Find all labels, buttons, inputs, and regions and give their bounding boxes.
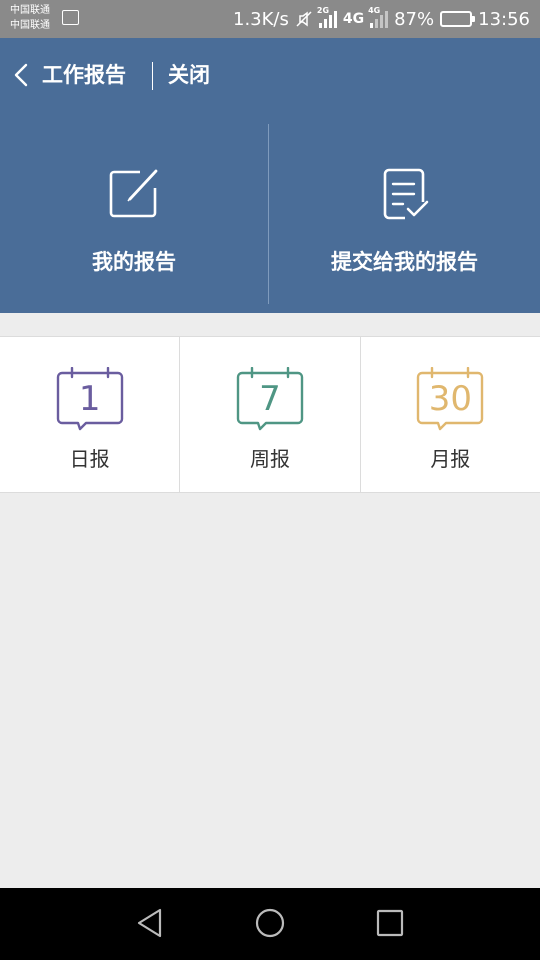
title-divider <box>152 62 153 90</box>
close-button[interactable]: 关闭 <box>168 60 210 90</box>
header-panel: 工作报告 关闭 我的报告 提交给我的报告 <box>0 38 540 313</box>
my-reports-label: 我的报告 <box>92 250 176 274</box>
network-speed: 1.3K/s <box>233 8 289 30</box>
status-indicators: 1.3K/s 2G 4G 4G 87% 13:56 <box>233 0 530 38</box>
clock: 13:56 <box>478 8 530 30</box>
weekly-number: 7 <box>259 379 281 419</box>
nav-recents-icon[interactable] <box>373 906 407 940</box>
submitted-to-me-button[interactable]: 提交给我的报告 <box>269 128 540 308</box>
monthly-report-button[interactable]: 30 月报 <box>359 337 540 492</box>
image-notification-icon <box>62 10 79 25</box>
carrier-2: 中国联通 <box>10 20 50 31</box>
mute-icon <box>296 11 312 27</box>
battery-percent: 87% <box>394 8 435 30</box>
network-2g-label: 2G <box>316 6 330 15</box>
report-type-grid: 1 日报 7 周报 30 月报 <box>0 336 540 493</box>
monthly-number: 30 <box>428 379 472 419</box>
daily-number: 1 <box>78 379 101 419</box>
monthly-label: 月报 <box>430 447 471 471</box>
daily-label: 日报 <box>69 447 110 471</box>
submitted-to-me-label: 提交给我的报告 <box>331 250 478 274</box>
my-reports-button[interactable]: 我的报告 <box>0 128 268 308</box>
back-arrow-icon[interactable] <box>8 60 34 90</box>
edit-icon <box>109 169 158 218</box>
nav-home-icon[interactable] <box>253 906 287 940</box>
report-check-icon <box>383 168 428 220</box>
carrier-1: 中国联通 <box>10 5 50 16</box>
carrier-info: 中国联通 中国联通 <box>10 3 50 33</box>
system-nav-bar <box>0 888 540 960</box>
page-title: 工作报告 <box>42 63 126 87</box>
network-4g-small-label: 4G <box>368 6 381 15</box>
battery-icon <box>440 11 476 27</box>
network-4g-label: 4G <box>342 11 365 27</box>
weekly-label: 周报 <box>249 447 290 471</box>
signal-4g-icon: 4G <box>368 6 389 28</box>
signal-2g-icon: 2G <box>317 6 337 28</box>
daily-report-button[interactable]: 1 日报 <box>0 337 179 492</box>
nav-back-icon[interactable] <box>134 906 168 940</box>
status-bar: 中国联通 中国联通 1.3K/s 2G 4G 4G 87% 13:56 <box>0 0 540 38</box>
weekly-report-button[interactable]: 7 周报 <box>179 337 359 492</box>
